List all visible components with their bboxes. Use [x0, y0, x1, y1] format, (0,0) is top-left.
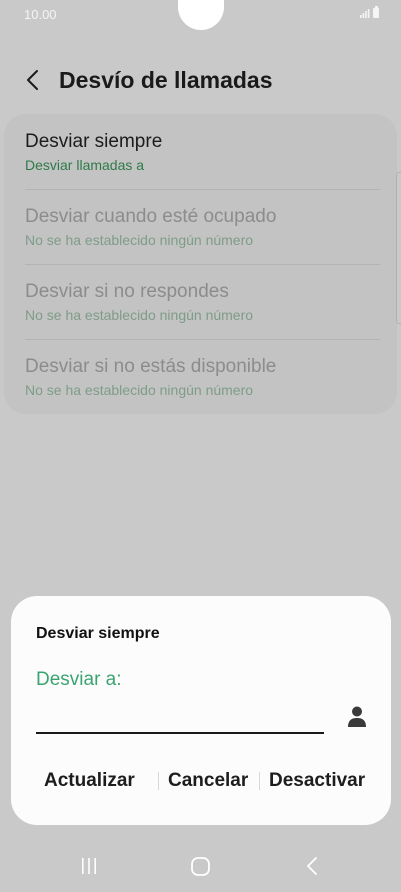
status-icons	[360, 6, 379, 18]
page-title: Desvío de llamadas	[59, 67, 273, 93]
list-item-title: Desviar si no estás disponible	[25, 356, 277, 377]
person-icon[interactable]	[347, 706, 367, 728]
list-item-subtitle: No se ha establecido ningún número	[25, 307, 254, 323]
home-icon[interactable]	[190, 856, 211, 877]
button-separator	[158, 772, 159, 790]
list-item-forward-always[interactable]: Desviar siempre Desviar llamadas a	[25, 114, 380, 189]
cancel-button[interactable]: Cancelar	[168, 764, 248, 798]
signal-icon	[360, 9, 370, 18]
list-item-title: Desviar cuando esté ocupado	[25, 206, 277, 227]
status-time: 10.00	[24, 7, 57, 22]
back-icon[interactable]	[305, 856, 319, 876]
update-button[interactable]: Actualizar	[44, 764, 135, 798]
list-item-subtitle: No se ha establecido ningún número	[25, 382, 254, 398]
list-item-title: Desviar siempre	[25, 131, 163, 152]
app-header: Desvío de llamadas	[0, 58, 401, 102]
list-item-forward-unreachable[interactable]: Desviar si no estás disponible No se ha …	[25, 339, 380, 414]
recents-icon[interactable]	[80, 857, 98, 875]
forward-always-dialog: Desviar siempre Desviar a: Actualizar Ca…	[11, 596, 391, 825]
list-item-subtitle: Desviar llamadas a	[25, 157, 145, 173]
camera-notch	[178, 0, 224, 30]
forward-number-input[interactable]	[36, 700, 324, 734]
battery-icon	[373, 6, 379, 18]
button-separator	[259, 772, 260, 790]
dialog-buttons: Actualizar Cancelar Desactivar	[35, 764, 375, 798]
deactivate-button[interactable]: Desactivar	[269, 764, 365, 798]
status-bar: 10.00	[0, 0, 401, 30]
dialog-title: Desviar siempre	[36, 625, 160, 642]
scroll-indicator	[396, 172, 401, 324]
chevron-left-icon[interactable]	[22, 68, 46, 92]
navigation-bar	[0, 842, 401, 892]
call-forwarding-list: Desviar siempre Desviar llamadas a Desvi…	[4, 114, 397, 414]
forward-to-label: Desviar a:	[36, 669, 122, 690]
list-item-forward-busy[interactable]: Desviar cuando esté ocupado No se ha est…	[25, 189, 380, 264]
list-item-title: Desviar si no respondes	[25, 281, 229, 302]
list-item-forward-no-answer[interactable]: Desviar si no respondes No se ha estable…	[25, 264, 380, 339]
list-item-subtitle: No se ha establecido ningún número	[25, 232, 254, 248]
